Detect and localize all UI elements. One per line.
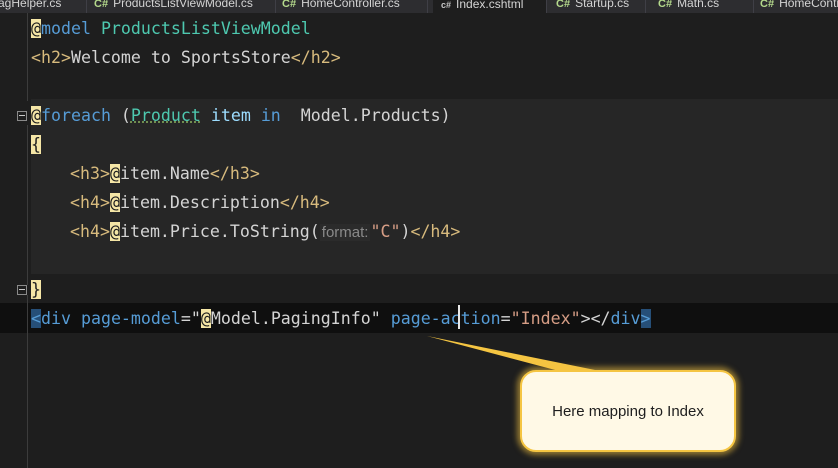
keyword: in (260, 106, 281, 125)
tab-homecontroller[interactable]: C# HomeController.cs (282, 0, 428, 13)
html-tag: <h2> (31, 48, 71, 67)
attribute-name: page-action (380, 309, 501, 328)
annotation-callout: Here mapping to Index (520, 370, 736, 452)
tag-bracket-highlight: < (31, 309, 41, 328)
outline-guide (27, 125, 28, 285)
html-tag: <h4> (70, 193, 110, 212)
tab-math[interactable]: C# Math.cs (658, 0, 754, 13)
expression: item.Description (119, 193, 280, 212)
tab-label: TagHelper.cs (0, 0, 62, 10)
code-line-1: @model ProductsListViewModel (31, 14, 311, 43)
text-cursor (458, 305, 460, 329)
tab-label: Startup.cs (575, 0, 630, 10)
punctuation: ( (110, 106, 131, 125)
expression: item.Price.ToString( (119, 222, 320, 241)
brace: { (31, 135, 41, 154)
punctuation: > (580, 309, 591, 328)
string-literal: "Index" (510, 309, 581, 328)
punctuation: " (370, 309, 381, 328)
csharp-file-icon: C# (94, 0, 109, 10)
html-tag-name: div (41, 309, 71, 328)
code-line-h4-price: <h4>@item.Price.ToString(format: "C")</h4… (70, 217, 460, 246)
tab-label: Index.cshtml (456, 0, 524, 11)
string-literal: "C" (370, 222, 401, 241)
outline-guide (27, 13, 28, 101)
collapse-block-icon[interactable] (17, 285, 27, 295)
keyword: foreach (41, 106, 111, 125)
punctuation: ) (400, 222, 411, 241)
expression: Model.Products) (280, 106, 451, 125)
html-tag: </h4> (279, 193, 330, 212)
expression: Model.PagingInfo (210, 309, 371, 328)
tab-homecontroller-2[interactable]: C# HomeContr (760, 0, 838, 13)
code-line-h3: <h3>@item.Name</h3> (70, 159, 260, 188)
razor-file-icon: c# (441, 0, 452, 10)
tag-bracket-highlight: > (640, 309, 651, 328)
callout-text: Here mapping to Index (552, 402, 704, 420)
tab-label: Math.cs (677, 0, 720, 10)
razor-at: @ (109, 164, 120, 183)
punctuation: = (500, 309, 511, 328)
parameter-hint: format: (319, 224, 371, 241)
csharp-file-icon: C# (282, 0, 297, 10)
punctuation: </ (590, 309, 611, 328)
html-tag: </h3> (209, 164, 260, 183)
razor-at: @ (200, 309, 211, 328)
html-tag-name: div (610, 309, 641, 328)
code-line-h4-description: <h4>@item.Description</h4> (70, 188, 330, 217)
code-line-div: <div page-model="@Model.PagingInfo" page… (31, 304, 651, 333)
html-tag: <h3> (70, 164, 110, 183)
tab-taghelper[interactable]: TagHelper.cs (0, 0, 87, 13)
editor-tab-strip: TagHelper.cs C#ProductsListViewModel.cs … (0, 0, 838, 13)
csharp-file-icon: C# (658, 0, 673, 10)
text: Welcome to SportsStore (70, 48, 291, 67)
tab-startup[interactable]: C# Startup.cs (556, 0, 646, 13)
type-name: ProductsListViewModel (90, 19, 311, 38)
tab-index-cshtml[interactable]: c# Index.cshtml (433, 0, 547, 13)
csharp-file-icon: C# (556, 0, 571, 10)
code-line-close-brace: } (31, 275, 41, 304)
csharp-file-icon: C# (760, 0, 775, 10)
html-tag: </h4> (410, 222, 461, 241)
code-line-2: <h2>Welcome to SportsStore</h2> (31, 43, 341, 72)
razor-at: @ (31, 19, 41, 38)
tab-label: HomeController.cs (301, 0, 400, 10)
variable: item (200, 106, 261, 125)
attribute-name: page-model (70, 309, 181, 328)
razor-at: @ (109, 222, 120, 241)
razor-at: @ (31, 106, 41, 125)
punctuation: =" (180, 309, 201, 328)
razor-at: @ (109, 193, 120, 212)
keyword: model (41, 19, 91, 38)
code-line-foreach: @foreach (Product item in Model.Products… (31, 101, 451, 130)
collapse-foreach-icon[interactable] (17, 111, 27, 121)
tab-label: HomeContr (779, 0, 838, 10)
html-tag: </h2> (290, 48, 341, 67)
expression: item.Name (119, 164, 210, 183)
type-name: Product (130, 106, 201, 125)
code-line-open-brace: { (31, 130, 41, 159)
brace: } (31, 280, 41, 299)
outline-guide (27, 295, 28, 468)
tab-label: ProductsListViewModel.cs (113, 0, 253, 10)
tab-productslistviewmodel[interactable]: C# ProductsListViewModel.cs (94, 0, 276, 13)
html-tag: <h4> (70, 222, 110, 241)
